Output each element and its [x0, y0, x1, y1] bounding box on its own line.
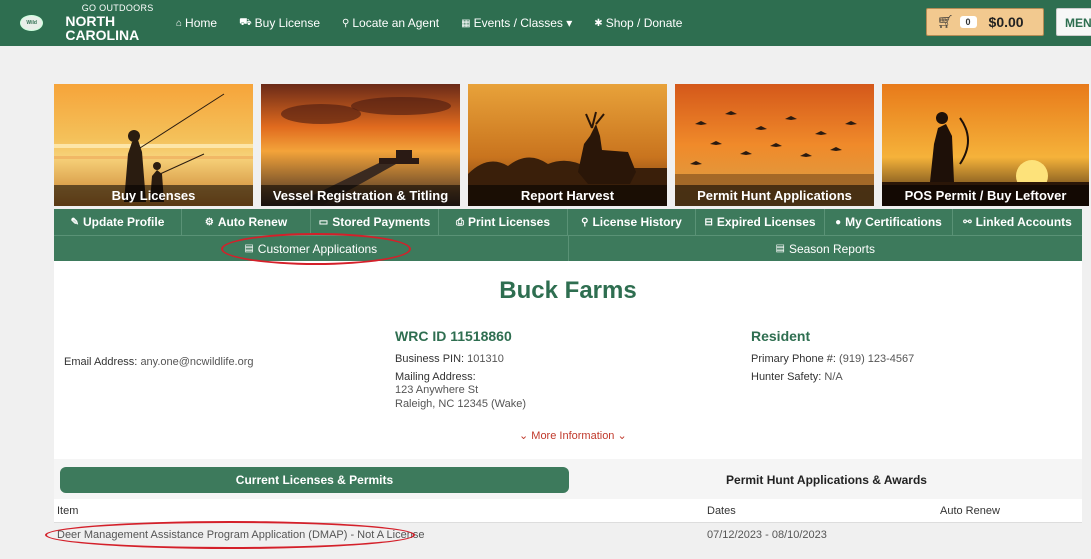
link-icon: ⚯ — [963, 216, 972, 228]
account-details: WRC ID 11518860 Business PIN: 101310 Mai… — [395, 328, 526, 411]
print-icon: ⎙ — [455, 216, 464, 228]
account-menu-bar: ✎ Update Profile ⚙ Auto Renew ▭ Stored Paym… — [54, 209, 1082, 235]
tile-vessel-registration[interactable]: Vessel Registration & Titling — [261, 84, 460, 206]
ncwrc-badge-icon: Wild — [20, 15, 44, 31]
wrc-id: WRC ID 11518860 — [395, 328, 512, 344]
nav-home[interactable]: ⌂ Home — [176, 16, 217, 30]
secondary-menu-bar: ▤ Customer Applications ▤ Season Reports — [54, 235, 1082, 261]
calendar-icon: ▦ — [461, 17, 471, 29]
chevron-down-icon: ⌄ — [519, 430, 529, 442]
logo-subtitle: GO OUTDOORS — [81, 3, 154, 13]
residency-details: Resident Primary Phone #: (919) 123-4567… — [751, 328, 914, 389]
email-address: Email Address: any.one@ncwildlife.org — [64, 356, 254, 368]
menu-auto-renew[interactable]: ⚙ Auto Renew — [182, 209, 311, 235]
shopping-cart-icon: 🛒︎ — [937, 14, 954, 29]
menu-print-licenses[interactable]: ⎙ Print Licenses — [439, 209, 568, 235]
site-logo[interactable]: Wild GO OUTDOORS NORTH CAROLINA — [20, 4, 170, 42]
tile-permit-hunt-applications[interactable]: Permit Hunt Applications — [675, 84, 874, 206]
menu-license-history[interactable]: ⚲ License History — [568, 209, 696, 235]
mailing-address-label: Mailing Address: — [395, 371, 476, 383]
menu-button[interactable]: MENU — [1056, 8, 1091, 36]
menu-linked-accounts[interactable]: ⚯ Linked Accounts — [953, 209, 1082, 235]
annotation-oval-dmap-row — [45, 521, 415, 549]
tile-caption: Permit Hunt Applications — [675, 185, 874, 206]
tile-report-harvest[interactable]: Report Harvest — [468, 84, 667, 206]
licenses-tabs: Current Licenses & Permits Permit Hunt A… — [54, 459, 1082, 499]
tile-caption: Report Harvest — [468, 185, 667, 206]
menu-update-profile[interactable]: ✎ Update Profile — [54, 209, 182, 235]
nav-events-classes[interactable]: ▦ Events / Classes ▾ — [461, 16, 572, 30]
file-icon: ▤ — [775, 243, 785, 254]
menu-season-reports[interactable]: ▤ Season Reports — [569, 236, 1083, 261]
cart-count-badge: 0 — [959, 16, 977, 28]
home-icon: ⌂ — [176, 17, 183, 29]
table-header: Item Dates Auto Renew — [54, 499, 1082, 523]
nav-buy-license[interactable]: ⛟ Buy License — [239, 16, 320, 30]
cell-dates: 07/12/2023 - 08/10/2023 — [707, 529, 827, 541]
search-icon: ⚲ — [581, 216, 589, 228]
logo-title: NORTH CAROLINA — [65, 13, 140, 43]
menu-stored-payments[interactable]: ▭ Stored Payments — [311, 209, 439, 235]
customer-name: Buck Farms — [499, 277, 637, 304]
column-header-dates: Dates — [707, 505, 736, 517]
tile-pos-permit[interactable]: POS Permit / Buy Leftover — [882, 84, 1089, 206]
business-pin: Business PIN: 101310 — [395, 353, 504, 365]
credit-card-icon: ▭ — [318, 216, 329, 228]
cart-icon: ⛟ — [239, 16, 252, 28]
address-line-1: 123 Anywhere St — [395, 384, 479, 396]
menu-expired-licenses[interactable]: ⊟ Expired Licenses — [696, 209, 825, 235]
column-header-auto-renew: Auto Renew — [940, 505, 1000, 517]
column-header-item: Item — [57, 505, 79, 517]
feature-tiles: Buy Licenses Vessel Registration & Titli… — [54, 84, 1089, 206]
menu-my-certifications[interactable]: ● My Certifications — [825, 209, 953, 235]
tab-current-licenses[interactable]: Current Licenses & Permits — [60, 467, 569, 493]
tile-caption: Vessel Registration & Titling — [261, 185, 460, 206]
edit-icon: ✎ — [70, 216, 80, 228]
cart-button[interactable]: 🛒︎ 0 $0.00 — [926, 8, 1044, 36]
residency-status: Resident — [751, 328, 811, 344]
map-marker-icon: ⚲ — [342, 17, 350, 29]
nav-locate-agent[interactable]: ⚲ Locate an Agent — [342, 16, 439, 30]
primary-phone: Primary Phone #: (919) 123-4567 — [751, 353, 915, 365]
tile-buy-licenses[interactable]: Buy Licenses — [54, 84, 253, 206]
tab-permit-hunt-applications[interactable]: Permit Hunt Applications & Awards — [574, 467, 1079, 493]
minus-square-icon: ⊟ — [704, 216, 713, 228]
profile-panel: Buck Farms Email Address: any.one@ncwild… — [54, 261, 1082, 459]
tile-caption: Buy Licenses — [54, 185, 253, 206]
address-line-2: Raleigh, NC 12345 (Wake) — [395, 398, 527, 410]
more-information-link[interactable]: ⌄ More Information ⌄ — [519, 429, 627, 442]
certificate-icon: ● — [835, 216, 842, 228]
hunter-safety: Hunter Safety: N/A — [751, 371, 843, 383]
annotation-oval-customer-applications — [221, 233, 411, 265]
gift-icon: ✱ — [594, 17, 603, 29]
chevron-down-icon: ⌄ — [617, 430, 627, 442]
top-navbar: Wild GO OUTDOORS NORTH CAROLINA ⌂ Home ⛟… — [0, 0, 1091, 46]
nav-shop-donate[interactable]: ✱ Shop / Donate — [594, 16, 682, 30]
tile-caption: POS Permit / Buy Leftover — [882, 185, 1089, 206]
gear-icon: ⚙ — [204, 216, 214, 228]
cart-total: $0.00 — [988, 14, 1024, 30]
